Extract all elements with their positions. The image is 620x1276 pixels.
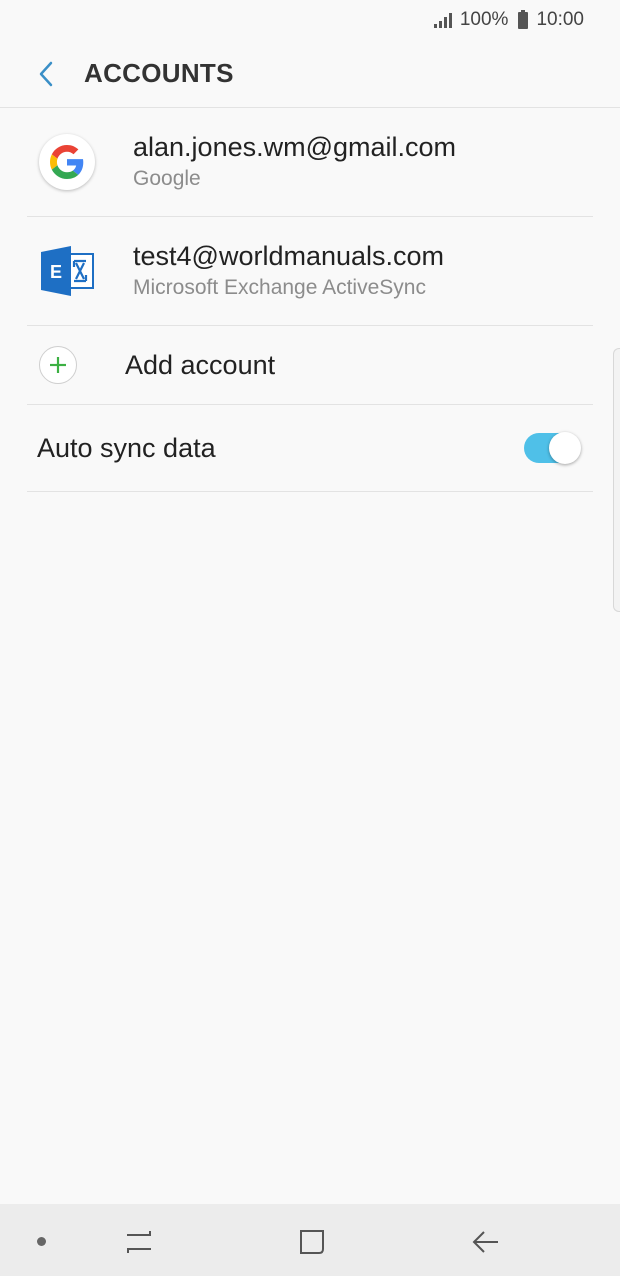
app-bar: ACCOUNTS <box>0 40 620 108</box>
account-type: Google <box>133 167 201 190</box>
account-row-google[interactable]: alan.jones.wm@gmail.com Google <box>27 108 593 217</box>
add-account-label: Add account <box>125 349 276 380</box>
toggle-knob <box>549 432 581 464</box>
auto-sync-toggle[interactable] <box>524 432 581 464</box>
battery-percent: 100% <box>459 9 509 30</box>
recent-apps-icon <box>127 1231 151 1253</box>
signal-icon <box>433 12 452 28</box>
clock: 10:00 <box>536 9 584 30</box>
auto-sync-row[interactable]: Auto sync data <box>27 405 593 492</box>
add-account-button[interactable]: Add account <box>27 326 593 405</box>
battery-icon <box>518 9 529 29</box>
account-email: test4@worldmanuals.com <box>133 241 445 271</box>
account-email: alan.jones.wm@gmail.com <box>133 132 457 162</box>
google-icon <box>39 134 95 190</box>
svg-text:E: E <box>50 262 62 282</box>
account-row-exchange[interactable]: E test4@worldmanuals.com Microsoft Excha… <box>27 217 593 326</box>
edge-panel-handle[interactable] <box>613 348 620 612</box>
chevron-left-icon <box>39 61 53 86</box>
home-icon <box>300 1230 324 1254</box>
status-bar: 100% 10:00 <box>0 0 620 40</box>
accounts-list: alan.jones.wm@gmail.com Google E test4@w… <box>0 108 620 492</box>
account-type: Microsoft Exchange ActiveSync <box>133 276 426 299</box>
page-title: ACCOUNTS <box>84 58 234 88</box>
back-button[interactable] <box>24 52 68 96</box>
nav-dot-icon <box>37 1237 46 1246</box>
plus-icon <box>39 346 77 384</box>
nav-back-button[interactable] <box>466 1222 506 1262</box>
navigation-bar <box>0 1204 620 1276</box>
home-button[interactable] <box>292 1222 332 1262</box>
auto-sync-label: Auto sync data <box>37 432 216 463</box>
exchange-icon: E <box>41 246 94 296</box>
recent-apps-button[interactable] <box>119 1222 159 1262</box>
back-arrow-icon <box>472 1231 498 1253</box>
